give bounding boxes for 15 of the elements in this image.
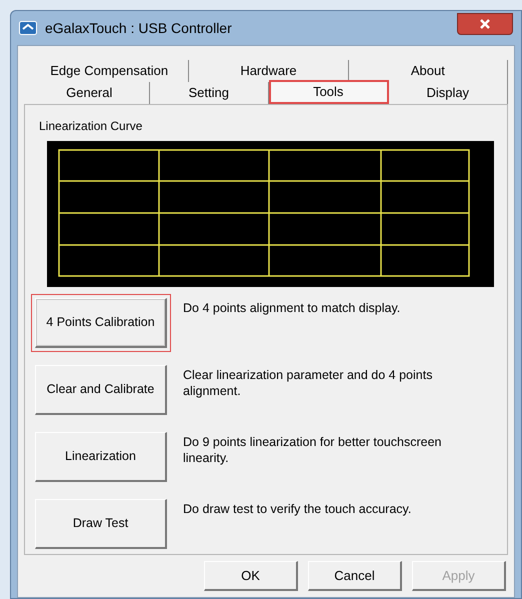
close-icon — [480, 19, 490, 29]
action-description: Do draw test to verify the touch accuracy. — [183, 501, 412, 517]
action-button[interactable]: Linearization — [35, 432, 167, 482]
action-description: Do 9 points linearization for better touchscreen linearity. — [183, 434, 442, 466]
close-button[interactable] — [457, 13, 513, 35]
dialog-button[interactable]: OK — [204, 561, 298, 591]
window-title: eGalaxTouch : USB Controller — [45, 18, 232, 38]
action-button[interactable]: Clear and Calibrate — [35, 365, 167, 415]
action-button[interactable]: Draw Test — [35, 499, 167, 549]
app-icon — [19, 21, 37, 35]
section-label: Linearization Curve — [39, 118, 144, 135]
action-description: Clear linearization parameter and do 4 points alignment. — [183, 367, 434, 399]
dialog-button[interactable]: Cancel — [308, 561, 402, 591]
tab[interactable]: Tools — [269, 80, 388, 104]
action-description: Do 4 points alignment to match display. — [183, 300, 402, 316]
